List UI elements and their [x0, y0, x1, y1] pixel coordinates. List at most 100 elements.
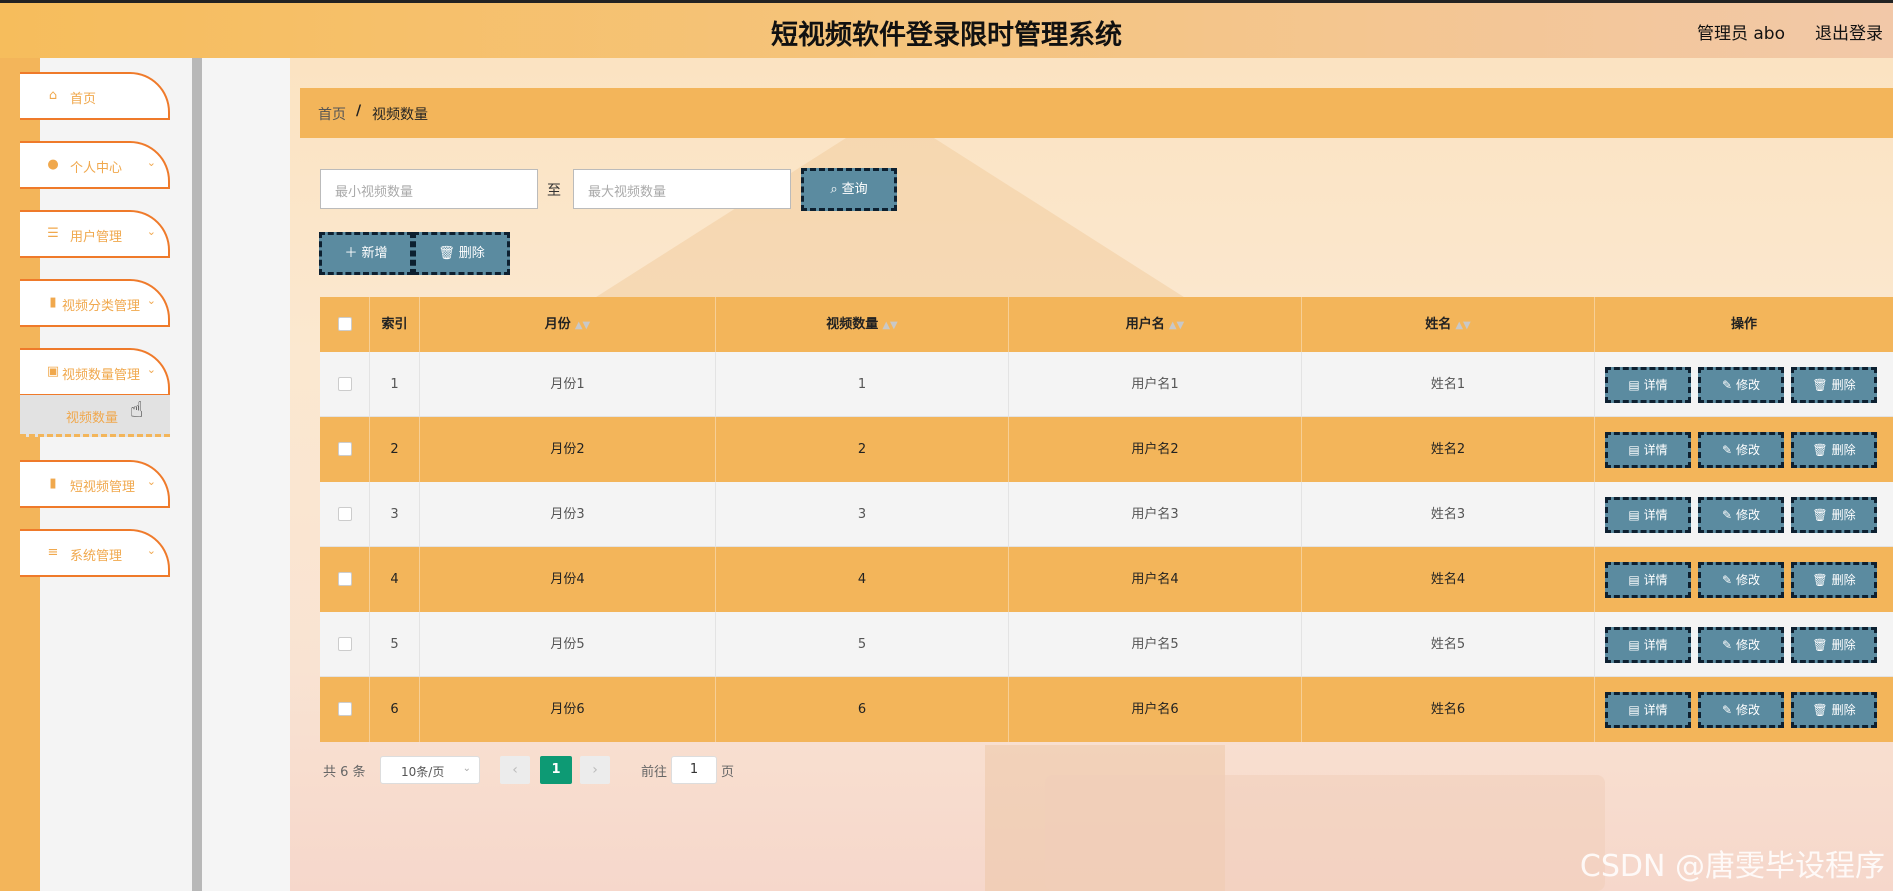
trash-icon: 🗑 [438, 246, 455, 261]
pencil-icon: ✎ [1721, 573, 1733, 587]
trash-icon: 🗑 [1812, 573, 1828, 587]
document-icon: ▤ [1628, 703, 1640, 717]
sidebar-item[interactable]: ☰ 用户管理 ⌄ [20, 210, 170, 258]
cell-index: 6 [370, 677, 420, 742]
sidebar-item-label: 个人中心 [70, 161, 123, 176]
batch-delete-button[interactable]: 🗑 删除 [413, 232, 510, 275]
sidebar-item-label: 短视频管理 [70, 480, 136, 495]
detail-button[interactable]: ▤ 详情 [1605, 367, 1691, 403]
edit-button[interactable]: ✎ 修改 [1698, 497, 1784, 533]
detail-button[interactable]: ▤ 详情 [1605, 692, 1691, 728]
sidebar-item[interactable]: ● 个人中心 ⌄ [20, 141, 170, 189]
delete-button-label: 删除 [1831, 573, 1856, 587]
cell-actions: ▤ 详情 ✎ 修改 🗑 删除 [1595, 482, 1893, 547]
sidebar-item[interactable]: ⌂ 首页 [20, 72, 170, 120]
header-cell-name[interactable]: 姓名 ▲▼ [1302, 297, 1595, 352]
cell-index: 2 [370, 417, 420, 482]
cell-month: 月份5 [420, 612, 716, 677]
edit-button[interactable]: ✎ 修改 [1698, 692, 1784, 728]
sort-icon[interactable]: ▲▼ [882, 320, 897, 331]
header-cell-month[interactable]: 月份 ▲▼ [420, 297, 716, 352]
breadcrumb-separator: / [356, 103, 362, 119]
detail-button[interactable]: ▤ 详情 [1605, 562, 1691, 598]
sort-icon[interactable]: ▲▼ [575, 320, 590, 331]
chart-icon: ▣ [46, 364, 60, 379]
sort-icon[interactable]: ▲▼ [1169, 320, 1184, 331]
goto-page-input[interactable]: 1 [671, 756, 717, 784]
edit-button[interactable]: ✎ 修改 [1698, 562, 1784, 598]
delete-button-label: 删除 [1831, 638, 1856, 652]
delete-button-label: 删除 [1831, 443, 1856, 457]
row-checkbox[interactable] [338, 637, 352, 651]
cell-username: 用户名3 [1009, 482, 1302, 547]
query-button[interactable]: ⌕ 查询 [801, 168, 897, 211]
table-row: 6 月份6 6 用户名6 姓名6 ▤ 详情 ✎ 修改 🗑 删除 [320, 677, 1893, 742]
delete-button[interactable]: 🗑 删除 [1791, 497, 1877, 533]
edit-button[interactable]: ✎ 修改 [1698, 432, 1784, 468]
submenu-item-video-count[interactable]: 视频数量 [20, 395, 170, 437]
add-button[interactable]: ＋新增 [319, 232, 413, 275]
batch-delete-button-label: 删除 [458, 246, 485, 261]
page-number-current[interactable]: 1 [540, 756, 572, 784]
app-title: 短视频软件登录限时管理系统 [771, 20, 1122, 51]
sidebar-item[interactable]: ▮ 视频分类管理 ⌄ [20, 279, 170, 327]
row-checkbox[interactable] [338, 442, 352, 456]
background-block [1045, 775, 1605, 891]
table-row: 3 月份3 3 用户名3 姓名3 ▤ 详情 ✎ 修改 🗑 删除 [320, 482, 1893, 547]
trash-icon: 🗑 [1812, 508, 1828, 522]
row-checkbox[interactable] [338, 702, 352, 716]
delete-button[interactable]: 🗑 删除 [1791, 367, 1877, 403]
delete-button[interactable]: 🗑 删除 [1791, 627, 1877, 663]
sidebar-item[interactable]: ▮ 短视频管理 ⌄ [20, 460, 170, 508]
current-user: 管理员 abo [1696, 24, 1785, 44]
select-all-checkbox[interactable] [338, 317, 352, 331]
row-checkbox[interactable] [338, 572, 352, 586]
detail-button-label: 详情 [1643, 703, 1668, 717]
sort-icon[interactable]: ▲▼ [1455, 320, 1470, 331]
edit-button-label: 修改 [1736, 443, 1761, 457]
max-count-input[interactable]: 最大视频数量 [573, 169, 791, 209]
delete-button[interactable]: 🗑 删除 [1791, 432, 1877, 468]
table-header: 索引 月份 ▲▼ 视频数量 ▲▼ 用户名 ▲▼ 姓名 ▲▼ 操作 [320, 297, 1893, 352]
cell-index: 4 [370, 547, 420, 612]
cell-actions: ▤ 详情 ✎ 修改 🗑 删除 [1595, 612, 1893, 677]
add-button-label: 新增 [361, 246, 388, 261]
detail-button-label: 详情 [1643, 638, 1668, 652]
prev-page-button[interactable]: ‹ [500, 756, 530, 784]
cell-name: 姓名2 [1302, 417, 1595, 482]
logout-link[interactable]: 退出登录 [1815, 19, 1883, 44]
cell-actions: ▤ 详情 ✎ 修改 🗑 删除 [1595, 677, 1893, 742]
page-size-select[interactable]: 10条/页 ⌄ [380, 756, 480, 784]
chevron-down-icon: ⌄ [146, 363, 156, 376]
detail-button[interactable]: ▤ 详情 [1605, 627, 1691, 663]
background-pyramid [560, 110, 1220, 320]
header-cell-username[interactable]: 用户名 ▲▼ [1009, 297, 1302, 352]
delete-button[interactable]: 🗑 删除 [1791, 562, 1877, 598]
pencil-icon: ✎ [1721, 443, 1733, 457]
row-checkbox[interactable] [338, 377, 352, 391]
next-page-button[interactable]: › [580, 756, 610, 784]
trash-icon: 🗑 [1812, 443, 1828, 457]
table-row: 1 月份1 1 用户名1 姓名1 ▤ 详情 ✎ 修改 🗑 删除 [320, 352, 1893, 417]
sidebar-item[interactable]: ≡ 系统管理 ⌄ [20, 529, 170, 577]
sidebar-scrollbar[interactable] [192, 58, 202, 891]
header-cell-select [320, 297, 370, 352]
pencil-icon: ✎ [1721, 638, 1733, 652]
document-icon: ▤ [1628, 508, 1640, 522]
header-cell-count[interactable]: 视频数量 ▲▼ [716, 297, 1009, 352]
row-select-cell [320, 352, 370, 417]
breadcrumb-home[interactable]: 首页 [318, 104, 346, 124]
edit-button[interactable]: ✎ 修改 [1698, 627, 1784, 663]
cell-username: 用户名1 [1009, 352, 1302, 417]
row-select-cell [320, 417, 370, 482]
min-count-input[interactable]: 最小视频数量 [320, 169, 538, 209]
detail-button[interactable]: ▤ 详情 [1605, 497, 1691, 533]
edit-button[interactable]: ✎ 修改 [1698, 367, 1784, 403]
row-checkbox[interactable] [338, 507, 352, 521]
detail-button[interactable]: ▤ 详情 [1605, 432, 1691, 468]
chevron-down-icon: ⌄ [146, 475, 156, 488]
cell-count: 4 [716, 547, 1009, 612]
column-label: 视频数量 [826, 317, 879, 332]
delete-button[interactable]: 🗑 删除 [1791, 692, 1877, 728]
sidebar-item[interactable]: ▣ 视频数量管理 ⌄ [20, 348, 170, 396]
